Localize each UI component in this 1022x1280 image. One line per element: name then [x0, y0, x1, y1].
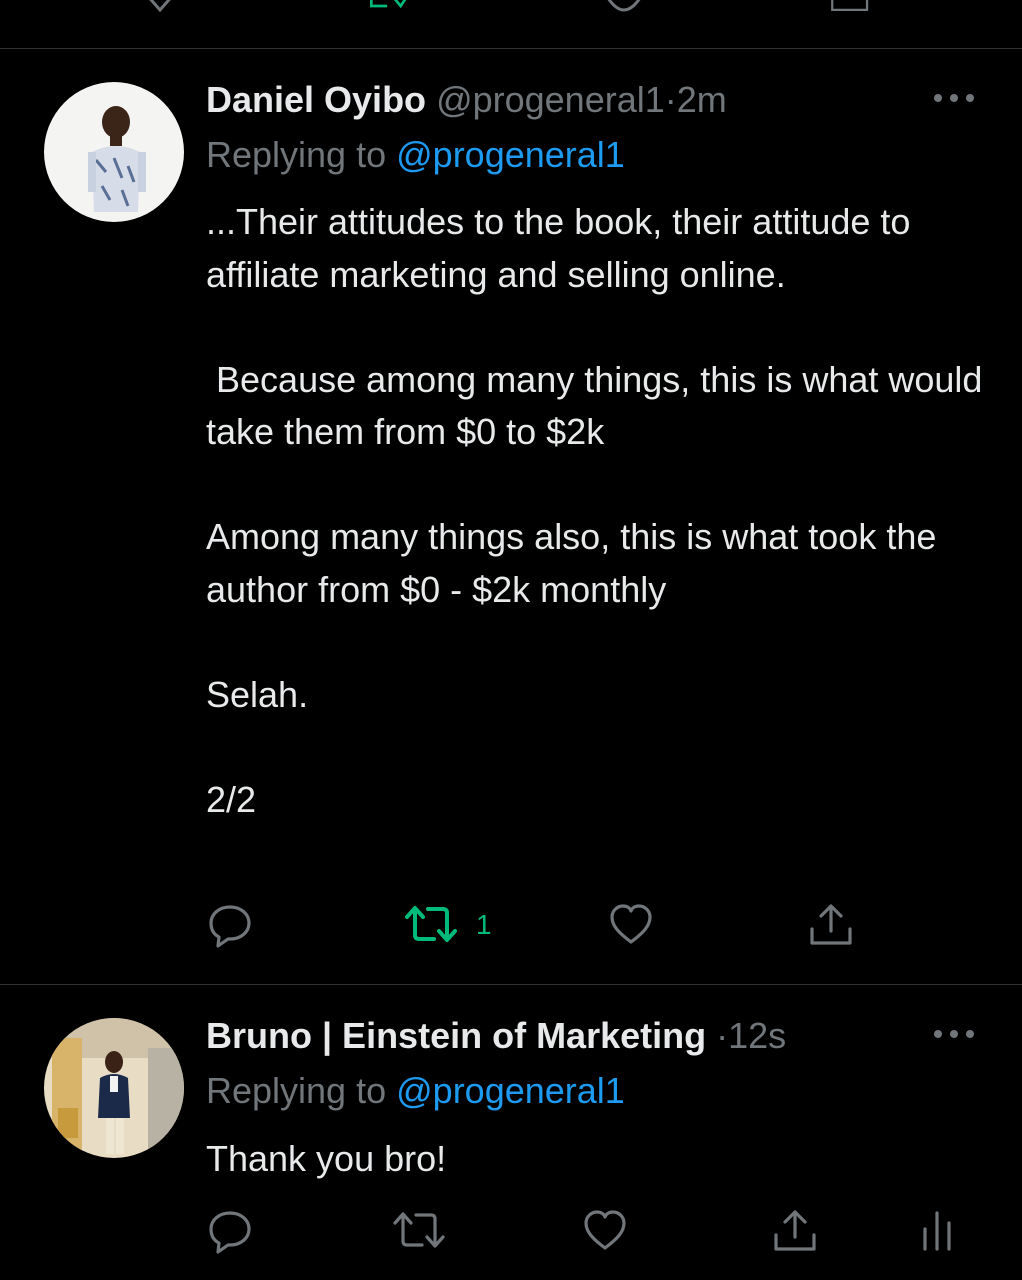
tweet-header: Bruno | Einstein of Marketing ·12s: [206, 1014, 786, 1058]
retweet-button[interactable]: [392, 1207, 446, 1255]
retweet-button[interactable]: 1: [404, 901, 504, 949]
replying-prefix: Replying to: [206, 134, 387, 175]
previous-tweet-actions: [0, 0, 1022, 48]
replying-handle-link[interactable]: @progeneral1: [396, 1070, 625, 1111]
replying-prefix: Replying to: [206, 1070, 387, 1111]
reply-button[interactable]: [208, 1207, 252, 1255]
retweet-count: 1: [476, 909, 492, 940]
more-icon[interactable]: [932, 88, 976, 108]
avatar[interactable]: [44, 82, 184, 222]
analytics-icon: [923, 1211, 951, 1251]
like-icon[interactable]: [604, 0, 644, 16]
display-name[interactable]: Bruno | Einstein of Marketing: [206, 1015, 706, 1056]
like-icon: [584, 1210, 626, 1250]
share-icon[interactable]: [830, 0, 870, 16]
separator: ·: [664, 79, 677, 120]
analytics-button[interactable]: [920, 1207, 954, 1255]
divider: [0, 48, 1022, 49]
reply-icon: [209, 1211, 251, 1254]
reply-icon[interactable]: [140, 0, 180, 16]
avatar[interactable]: [44, 1018, 184, 1158]
divider: [0, 984, 1022, 985]
share-button[interactable]: [808, 901, 854, 949]
timestamp[interactable]: 2m: [677, 79, 727, 120]
replying-to: Replying to @progeneral1: [206, 1069, 625, 1113]
like-button[interactable]: [609, 901, 653, 949]
timestamp[interactable]: 12s: [728, 1015, 786, 1056]
reply-button[interactable]: [208, 901, 252, 949]
retweet-icon: [405, 906, 457, 942]
share-button[interactable]: [772, 1207, 818, 1255]
handle[interactable]: @progeneral1: [436, 79, 665, 120]
like-button[interactable]: [583, 1207, 627, 1255]
reply-icon: [209, 905, 251, 948]
more-icon[interactable]: [932, 1024, 976, 1044]
replying-handle-link[interactable]: @progeneral1: [396, 134, 625, 175]
tweet-text: ...Their attitudes to the book, their at…: [206, 201, 983, 820]
replying-to: Replying to @progeneral1: [206, 133, 625, 177]
tweet-text: Thank you bro!: [206, 1138, 447, 1179]
like-icon: [610, 904, 652, 944]
share-icon: [810, 904, 852, 945]
display-name[interactable]: Daniel Oyibo: [206, 79, 426, 120]
tweet-header: Daniel Oyibo @progeneral1·2m: [206, 78, 727, 122]
separator: ·: [716, 1015, 729, 1056]
share-icon: [774, 1210, 816, 1251]
retweet-icon: [393, 1212, 445, 1248]
retweet-icon[interactable]: [366, 0, 406, 16]
